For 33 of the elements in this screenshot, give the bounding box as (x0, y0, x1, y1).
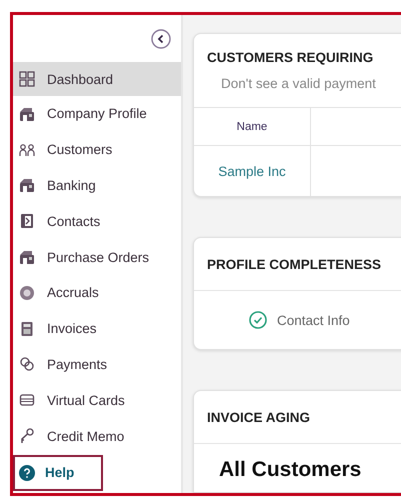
help-icon (19, 464, 35, 481)
book-icon (19, 213, 35, 230)
help-item[interactable]: Help (13, 454, 103, 491)
collapse-button[interactable] (151, 28, 171, 48)
card-title: CUSTOMERS REQUIRING (207, 50, 374, 65)
sidebar-item[interactable]: Accruals (13, 274, 181, 311)
card-subtitle: Don't see a valid payment (221, 76, 376, 91)
sidebar-item[interactable]: Virtual Cards (13, 382, 181, 418)
coin-icon (19, 284, 35, 301)
grid-icon (19, 71, 35, 87)
section-heading: All Customers (219, 458, 362, 482)
card-icon (19, 392, 35, 408)
sidebar-item[interactable]: Purchase Orders (13, 239, 181, 275)
coins-icon (19, 356, 35, 372)
column-header: Name (194, 108, 311, 145)
sidebar-item[interactable]: Customers (13, 132, 181, 168)
building-icon (19, 106, 35, 122)
sidebar-item[interactable]: Banking (13, 168, 181, 204)
sidebar-item[interactable]: Contacts (13, 203, 181, 240)
sidebar-item[interactable]: Credit Memo (13, 418, 181, 454)
customer-link[interactable]: Sample Inc (194, 146, 311, 196)
sidebar-item[interactable]: Payments (13, 346, 181, 382)
people-icon (19, 142, 35, 158)
checklist-label: Contact Info (277, 312, 350, 328)
key-icon (19, 428, 35, 444)
building-icon (19, 177, 35, 194)
card-title: PROFILE COMPLETENESS (207, 256, 382, 272)
sidebar-item[interactable]: Dashboard (13, 62, 181, 96)
sidebar-item[interactable]: Company Profile (13, 96, 181, 132)
calculator-icon (19, 320, 35, 337)
sidebar-item[interactable]: Invoices (13, 310, 181, 347)
building-icon (19, 249, 35, 266)
card-title: INVOICE AGING (207, 410, 310, 424)
